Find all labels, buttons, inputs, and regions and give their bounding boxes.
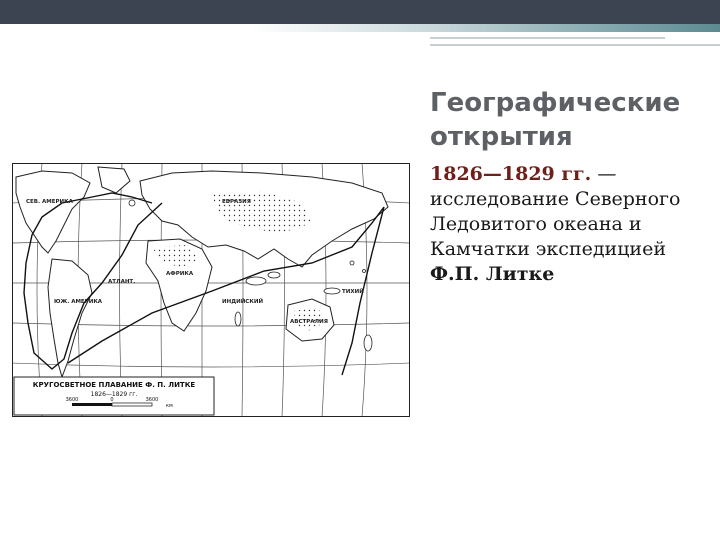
legend-years: 1826—1829 гг. [91, 391, 138, 398]
body-dash: — [591, 163, 617, 185]
voyage-map: ЕВРАЗИЯ АФРИКА СЕВ. АМЕРИКА ЮЖ. АМЕРИКА … [12, 163, 410, 417]
scale-unit: км [166, 403, 173, 409]
expedition-years: 1826—1829 гг. [430, 163, 592, 185]
label-atlantic-ocean: АТЛАНТ. [108, 279, 135, 285]
slide-body: 1826—1829 гг. — исследование Северного Л… [430, 162, 710, 287]
header-accent [0, 24, 720, 32]
slide-title: Географические открытия [430, 88, 681, 152]
body-description: исследование Северного Ледовитого океана… [430, 188, 681, 260]
header-band [0, 0, 720, 24]
legend-title: КРУГОСВЕТНОЕ ПЛАВАНИЕ Ф. П. ЛИТКЕ [33, 381, 196, 389]
label-eurasia: ЕВРАЗИЯ [222, 199, 251, 205]
label-north-america: СЕВ. АМЕРИКА [26, 199, 74, 205]
decorative-rule-bottom [430, 44, 720, 46]
label-south-america: ЮЖ. АМЕРИКА [54, 299, 103, 305]
label-australia: АВСТРАЛИЯ [290, 319, 328, 325]
explorer-name: Ф.П. Литке [430, 263, 555, 285]
decorative-rule-top [430, 37, 665, 39]
label-pacific-ocean: ТИХИЙ [342, 287, 364, 295]
label-africa: АФРИКА [166, 271, 194, 277]
scale-mid: 0 [110, 397, 113, 403]
scale-right: 3600 [146, 397, 159, 403]
map-legend: КРУГОСВЕТНОЕ ПЛАВАНИЕ Ф. П. ЛИТКЕ 1826—1… [13, 376, 215, 416]
label-indian-ocean: ИНДИЙСКИЙ [222, 297, 263, 305]
scale-left: 3600 [66, 397, 79, 403]
